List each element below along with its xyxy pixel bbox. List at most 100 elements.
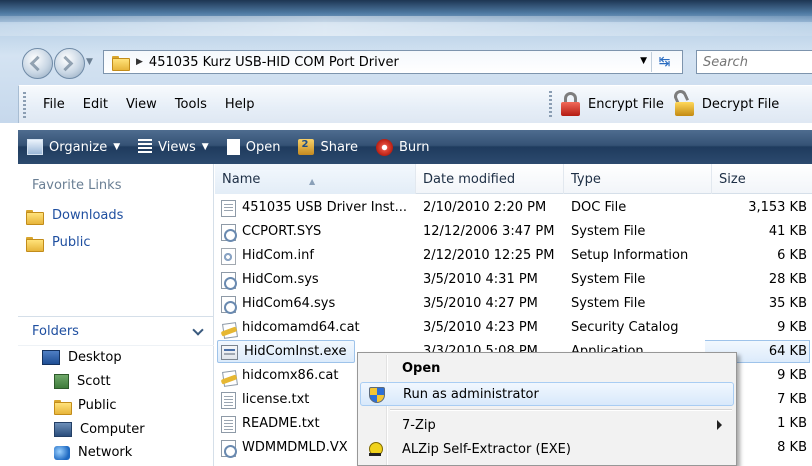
- lock-icon: [560, 92, 582, 116]
- uac-shield-icon: [369, 387, 385, 403]
- file-name-cell: HidCom.inf: [221, 244, 416, 268]
- context-menu-separator: [390, 409, 732, 411]
- tree-item-label: Public: [78, 398, 117, 413]
- file-type: System File: [571, 296, 646, 311]
- column-header-size[interactable]: Size: [712, 164, 812, 194]
- column-header-label: Date modified: [423, 172, 516, 187]
- chevron-down-icon: ▼: [201, 142, 209, 152]
- file-date: 3/5/2010 4:31 PM: [423, 272, 538, 287]
- context-menu-run-as-administrator[interactable]: Run as administrator: [360, 382, 734, 406]
- file-size: 41 KB: [768, 224, 807, 239]
- breadcrumb-separator-icon[interactable]: ▶: [136, 57, 143, 67]
- address-dropdown-icon[interactable]: ▼: [640, 56, 647, 66]
- open-label: Open: [245, 139, 281, 155]
- burn-button[interactable]: Burn: [375, 138, 430, 156]
- file-row[interactable]: HidCom64.sys 3/5/2010 4:27 PM System Fil…: [215, 292, 812, 316]
- title-bar-glass: [0, 16, 812, 36]
- file-type: System File: [571, 272, 646, 287]
- file-row[interactable]: HidCom.sys 3/5/2010 4:31 PM System File …: [215, 268, 812, 292]
- file-type: Setup Information: [571, 248, 689, 263]
- chevron-down-icon: ▼: [113, 142, 121, 152]
- tree-item-public[interactable]: Public: [54, 398, 117, 415]
- computer-icon: [54, 422, 72, 437]
- search-input[interactable]: [697, 51, 812, 73]
- encrypt-file-button[interactable]: Encrypt File: [560, 92, 664, 116]
- sort-ascending-icon: ▲: [309, 177, 316, 186]
- share-button[interactable]: Share: [298, 139, 358, 155]
- favorite-link-public[interactable]: Public: [26, 235, 91, 252]
- file-size: 35 KB: [768, 296, 807, 311]
- file-name: hidcomamd64.cat: [242, 320, 360, 335]
- system-file-icon: [221, 439, 237, 458]
- file-row[interactable]: hidcomamd64.cat 3/5/2010 4:23 PM Securit…: [215, 316, 812, 340]
- chevron-down-icon: [192, 324, 204, 336]
- file-row[interactable]: CCPORT.SYS 12/12/2006 3:47 PM System Fil…: [215, 220, 812, 244]
- file-row[interactable]: HidCom.inf 2/12/2010 12:25 PM Setup Info…: [215, 244, 812, 268]
- search-box[interactable]: [696, 50, 812, 74]
- file-date: 12/12/2006 3:47 PM: [423, 224, 555, 239]
- toolbar-grip[interactable]: [23, 91, 26, 118]
- file-name: README.txt: [242, 416, 320, 431]
- menu-bar: File Edit View Tools Help Encrypt File D…: [18, 85, 812, 123]
- context-menu-7zip[interactable]: 7-Zip: [360, 413, 734, 437]
- menu-help[interactable]: Help: [216, 87, 264, 123]
- file-name: HidCom.sys: [242, 272, 319, 287]
- tree-item-scott[interactable]: Scott: [54, 374, 111, 389]
- decrypt-file-button[interactable]: Decrypt File: [671, 87, 780, 116]
- tree-item-network[interactable]: Network: [54, 445, 132, 460]
- tree-item-desktop[interactable]: Desktop: [42, 350, 122, 365]
- menu-edit[interactable]: Edit: [74, 87, 117, 123]
- context-menu-open[interactable]: Open: [360, 356, 734, 380]
- folder-icon: [26, 209, 44, 225]
- file-size: 9 KB: [777, 320, 807, 335]
- menu-file[interactable]: File: [34, 87, 74, 123]
- file-name-cell: CCPORT.SYS: [221, 220, 416, 244]
- file-name-cell: hidcomamd64.cat: [221, 316, 416, 340]
- toolbar-grip[interactable]: [549, 91, 552, 117]
- system-file-icon: [221, 271, 237, 290]
- views-button[interactable]: Views ▼: [138, 139, 209, 155]
- open-button[interactable]: Open: [226, 139, 281, 155]
- forward-button[interactable]: [54, 48, 85, 79]
- setup-info-icon: [221, 247, 236, 265]
- tree-item-label: Scott: [77, 374, 111, 389]
- file-size: 28 KB: [768, 272, 807, 287]
- organize-button[interactable]: Organize ▼: [27, 139, 120, 155]
- file-size: 3,153 KB: [748, 200, 807, 215]
- context-menu-label: Open: [402, 360, 441, 376]
- network-icon: [54, 445, 70, 460]
- refresh-icon[interactable]: ↹: [651, 52, 677, 72]
- context-menu-alzip-self-extractor[interactable]: ALZip Self-Extractor (EXE): [360, 437, 734, 461]
- column-header-date-modified[interactable]: Date modified: [416, 164, 564, 194]
- favorite-link-label: Public: [52, 235, 91, 250]
- address-bar[interactable]: ▶ 451035 Kurz USB-HID COM Port Driver ▼ …: [103, 50, 683, 74]
- share-icon: [298, 139, 315, 155]
- menu-view[interactable]: View: [117, 87, 166, 123]
- file-date: 2/10/2010 2:20 PM: [423, 200, 547, 215]
- file-name: HidCom.inf: [242, 248, 314, 263]
- folders-header[interactable]: Folders: [18, 316, 214, 346]
- favorite-link-downloads[interactable]: Downloads: [26, 208, 123, 225]
- file-name: hidcomx86.cat: [242, 368, 339, 383]
- burn-label: Burn: [398, 139, 430, 155]
- decrypt-file-label: Decrypt File: [701, 96, 780, 112]
- file-row[interactable]: 451035 USB Driver Inst... 2/10/2010 2:20…: [215, 196, 812, 220]
- tree-item-computer[interactable]: Computer: [54, 422, 145, 437]
- file-name: CCPORT.SYS: [242, 224, 322, 239]
- favorite-links-heading: Favorite Links: [32, 178, 122, 193]
- context-menu: Open Run as administrator 7-Zip ALZip Se…: [357, 352, 737, 466]
- folder-icon: [54, 399, 72, 415]
- column-header-type[interactable]: Type: [564, 164, 712, 194]
- column-header-label: Name: [222, 172, 261, 187]
- navigation-pane: Favorite Links Downloads Public Folders …: [18, 164, 214, 466]
- security-catalog-icon: [221, 320, 236, 337]
- back-button[interactable]: [22, 48, 53, 79]
- file-date: 3/5/2010 4:27 PM: [423, 296, 538, 311]
- menu-tools[interactable]: Tools: [166, 87, 216, 123]
- recent-pages-dropdown-icon[interactable]: ▼: [86, 57, 93, 67]
- column-header-name[interactable]: ▲ Name: [215, 164, 416, 194]
- file-type: Security Catalog: [571, 320, 679, 335]
- breadcrumb-current-folder[interactable]: 451035 Kurz USB-HID COM Port Driver: [149, 55, 399, 70]
- document-icon: [226, 139, 240, 155]
- system-file-icon: [221, 223, 237, 242]
